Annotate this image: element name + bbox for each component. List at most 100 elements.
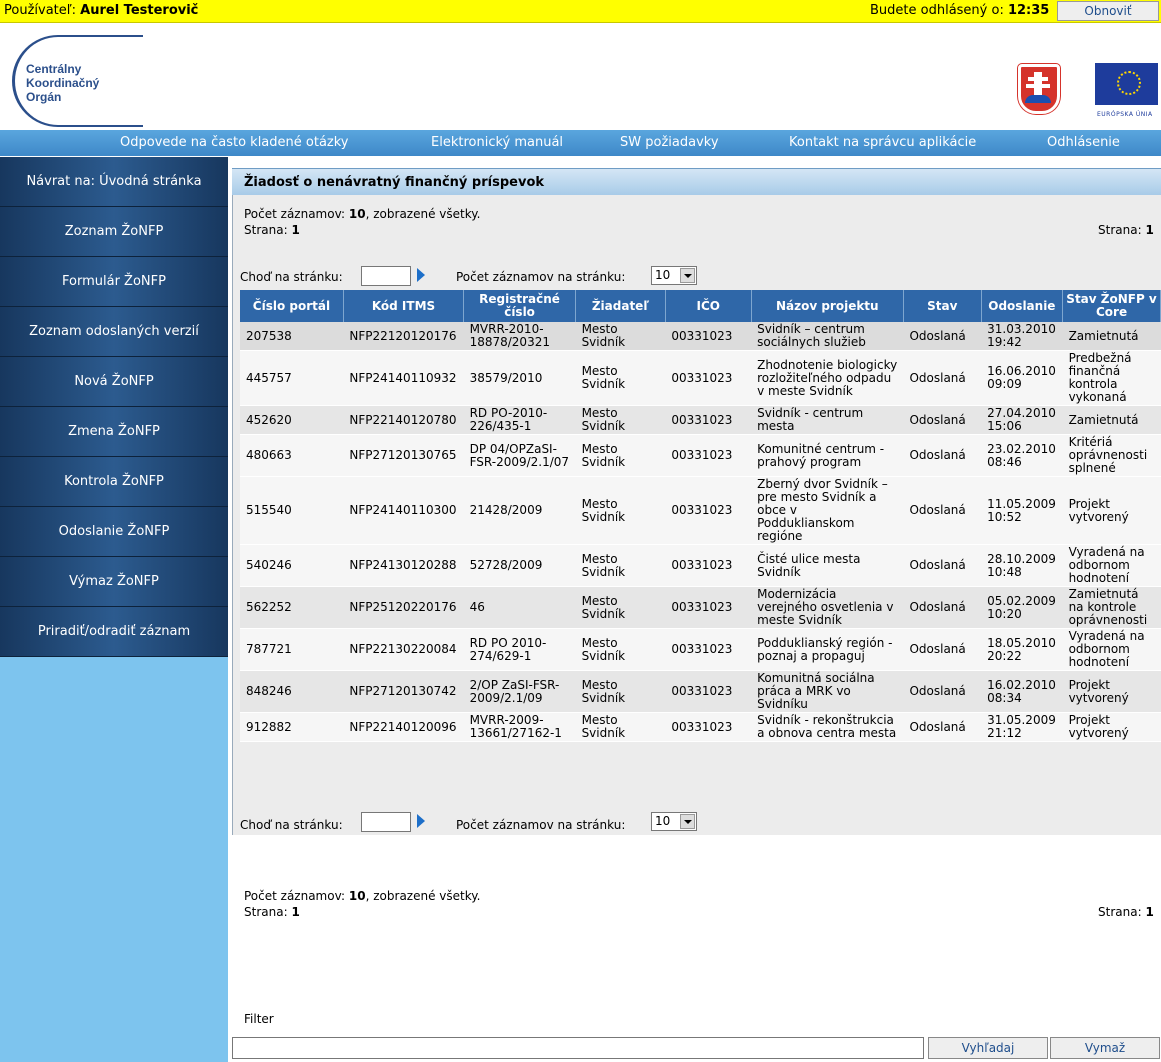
page-info-top-left: Strana: 1 [244, 223, 300, 237]
nav-manual[interactable]: Elektronický manuál [431, 135, 563, 150]
table-cell: Zberný dvor Svidník – pre mesto Svidník … [751, 476, 904, 545]
table-row[interactable]: 848246 NFP27120130742 2/OP ZaSI-FSR-2009/2… [240, 670, 1161, 713]
table-cell: Zhodnotenie biologicky rozložiteľného od… [751, 350, 904, 406]
table-row[interactable]: 207538 NFP22120120176 MVRR-2010-18878/2032… [240, 322, 1161, 351]
table-cell: Odoslaná [903, 350, 982, 406]
table-cell: 00331023 [665, 322, 752, 351]
column-header[interactable]: Odoslanie [981, 290, 1064, 322]
filter-input[interactable] [232, 1037, 924, 1059]
table-row[interactable]: 515540 NFP24140110300 21428/2009 Mesto Svid… [240, 476, 1161, 545]
table-cell: Mesto Svidník [575, 322, 666, 351]
table-row[interactable]: 480663 NFP27120130765 DP 04/OPZaSI-FSR-200… [240, 434, 1161, 477]
count-suffix: , zobrazené všetky. [365, 207, 481, 221]
table-row[interactable]: 452620 NFP22140120780 RD PO-2010-226/435-1… [240, 405, 1161, 435]
sidebar-item-form[interactable]: Formulár ŽoNFP [0, 257, 228, 307]
filter-label: Filter [244, 1012, 274, 1026]
column-header[interactable]: Názov projektu [751, 290, 904, 322]
table-cell: Zamietnutá na kontrole oprávnenosti [1062, 586, 1161, 629]
table-row[interactable]: 562252 NFP25120220176 46 Mesto Svidník 00331… [240, 586, 1161, 629]
page-info-top-right: Strana: 1 [1098, 223, 1154, 237]
column-header[interactable]: Stav ŽoNFP v Core [1062, 290, 1161, 322]
per-page-value: 10 [655, 814, 671, 828]
sidebar-item-list[interactable]: Zoznam ŽoNFP [0, 207, 228, 257]
column-header[interactable]: Stav [903, 290, 982, 322]
table-cell: Odoslaná [903, 544, 982, 587]
table-cell: Predbežná finančná kontrola vykonaná [1062, 350, 1161, 406]
goto-arrow-icon[interactable] [417, 268, 425, 282]
page-label: Strana: [244, 905, 288, 919]
sidebar-item-new[interactable]: Nová ŽoNFP [0, 357, 228, 407]
table-cell: 46 [463, 586, 576, 629]
sidebar-item-send[interactable]: Odoslanie ŽoNFP [0, 507, 228, 557]
goto-page-input[interactable] [361, 266, 411, 286]
column-header[interactable]: Registračné číslo [463, 290, 577, 322]
per-page-select-bottom[interactable]: 10 [651, 812, 697, 831]
column-header[interactable]: Žiadateľ [575, 290, 666, 322]
table-row[interactable]: 540246 NFP24130120288 52728/2009 Mesto Svid… [240, 544, 1161, 587]
table-cell: 00331023 [665, 628, 752, 671]
table-row[interactable]: 787721 NFP22130220084 RD PO 2010-274/629-1… [240, 628, 1161, 671]
table-row[interactable]: 912882 NFP22140120096 MVRR-2009-13661/2716… [240, 712, 1161, 742]
chevron-down-icon[interactable] [680, 814, 695, 829]
table-cell: 00331023 [665, 476, 752, 545]
per-page-label-bottom: Počet záznamov na stránku: [456, 818, 626, 832]
refresh-button[interactable]: Obnoviť [1057, 1, 1159, 21]
table-cell: NFP22120120176 [343, 322, 464, 351]
table-cell: 207538 [240, 322, 344, 351]
table-cell: Svidník – centrum sociálnych služieb [751, 322, 904, 351]
chevron-down-icon[interactable] [680, 268, 695, 283]
goto-page-input-bottom[interactable] [361, 812, 411, 832]
table-cell: Odoslaná [903, 476, 982, 545]
record-count-bottom: Počet záznamov: 10, zobrazené všetky. [244, 889, 480, 903]
panel-title-text: Žiadosť o nenávratný finančný príspevok [244, 175, 545, 190]
nav-faq[interactable]: Odpovede na často kladené otázky [120, 135, 349, 150]
page-info-bottom-left: Strana: 1 [244, 905, 300, 919]
table-cell: 00331023 [665, 670, 752, 713]
count-label: Počet záznamov: [244, 207, 346, 221]
per-page-select[interactable]: 10 [651, 266, 697, 285]
column-header[interactable]: IČO [665, 290, 752, 322]
table-cell: NFP22130220084 [343, 628, 464, 671]
sidebar-item-sent-versions[interactable]: Zoznam odoslaných verzií [0, 307, 228, 357]
table-cell: MVRR-2010-18878/20321 [463, 322, 576, 351]
column-header[interactable]: Kód ITMS [343, 290, 465, 322]
eu-flag-icon [1095, 63, 1158, 105]
table-cell: 00331023 [665, 712, 752, 742]
table-cell: NFP24140110932 [343, 350, 464, 406]
sidebar-item-change[interactable]: Zmena ŽoNFP [0, 407, 228, 457]
goto-label-bottom: Choď na stránku: [240, 818, 343, 832]
column-header[interactable]: Číslo portál [240, 290, 344, 322]
logout-label: Budete odhlásený o: [870, 3, 1004, 18]
clear-button[interactable]: Vymaž [1050, 1037, 1160, 1059]
page-label: Strana: [1098, 223, 1142, 237]
table-cell: NFP22140120780 [343, 405, 464, 435]
table-cell: 11.05.2009 10:52 [981, 476, 1063, 545]
nav-sw-requests[interactable]: SW požiadavky [620, 135, 719, 150]
table-cell: Odoslaná [903, 322, 982, 351]
nav-contact[interactable]: Kontakt na správcu aplikácie [789, 135, 976, 150]
table-cell: Komunitné centrum - prahový program [751, 434, 904, 477]
sidebar-item-assign[interactable]: Priradiť/odradiť záznam [0, 607, 228, 657]
table-cell: Odoslaná [903, 628, 982, 671]
table-cell: 00331023 [665, 586, 752, 629]
goto-arrow-icon-bottom[interactable] [417, 814, 425, 828]
per-page-label: Počet záznamov na stránku: [456, 270, 626, 284]
header [0, 23, 1161, 129]
table-cell: Kritériá oprávnenosti splnené [1062, 434, 1161, 477]
logout-timer: Budete odhlásený o: 12:35 [870, 3, 1049, 18]
table-cell: 912882 [240, 712, 344, 742]
coat-of-arms-icon [1018, 64, 1060, 114]
sidebar-item-home[interactable]: Návrat na: Úvodná stránka [0, 157, 228, 207]
table-cell: 445757 [240, 350, 344, 406]
search-button[interactable]: Vyhľadaj [928, 1037, 1048, 1059]
count-value: 10 [348, 207, 366, 221]
sidebar-item-delete[interactable]: Výmaz ŽoNFP [0, 557, 228, 607]
user-name: Aurel Testerovič [80, 3, 199, 18]
nav-logout[interactable]: Odhlásenie [1047, 135, 1120, 150]
sidebar-item-check[interactable]: Kontrola ŽoNFP [0, 457, 228, 507]
table-cell: Mesto Svidník [575, 476, 666, 545]
table-cell: Podduklianský región - poznaj a propaguj [751, 628, 904, 671]
table-cell: Projekt vytvorený [1062, 712, 1161, 742]
table-row[interactable]: 445757 NFP24140110932 38579/2010 Mesto Svid… [240, 350, 1161, 406]
table-cell: 00331023 [665, 544, 752, 587]
